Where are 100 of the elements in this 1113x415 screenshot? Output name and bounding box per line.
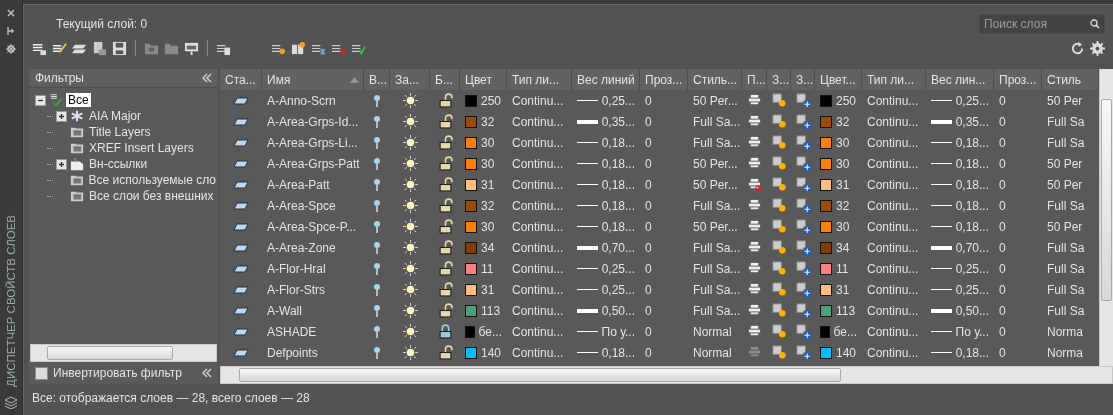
lock-icon[interactable] (437, 93, 453, 108)
close-icon[interactable] (6, 8, 16, 18)
sun-icon[interactable] (402, 324, 418, 339)
tree-item[interactable]: Все используемые сло (86, 173, 218, 187)
sun-icon[interactable] (402, 135, 418, 150)
sun-icon[interactable] (402, 219, 418, 234)
sun-icon[interactable] (402, 345, 418, 360)
lightbulb-icon[interactable] (373, 345, 381, 360)
viewport-sun-icon[interactable] (771, 135, 787, 150)
sun-icon[interactable] (402, 240, 418, 255)
lock-icon[interactable] (437, 240, 453, 255)
tree-item[interactable]: Title Layers (87, 125, 153, 139)
horizontal-scrollbar[interactable] (30, 344, 217, 362)
column-header[interactable]: Б... (430, 69, 460, 90)
expander-icon[interactable] (56, 110, 67, 122)
tree-item[interactable]: AIA Major (87, 109, 144, 123)
column-header[interactable]: В... (364, 69, 390, 90)
lock-icon[interactable] (437, 114, 453, 129)
lock-icon[interactable] (437, 261, 453, 276)
color-swatch[interactable] (465, 136, 477, 149)
lock-icon[interactable] (437, 324, 453, 339)
color-swatch[interactable] (820, 220, 832, 233)
lightbulb-icon[interactable] (373, 303, 381, 318)
column-header[interactable]: Тип ли... (862, 69, 926, 90)
checkbox[interactable] (35, 366, 48, 380)
book-icon[interactable] (291, 40, 306, 56)
viewport-sun-icon[interactable] (771, 156, 787, 171)
lightbulb-icon[interactable] (373, 156, 381, 171)
lightbulb-icon[interactable] (373, 198, 381, 213)
lightbulb-icon[interactable] (373, 282, 381, 297)
color-swatch[interactable] (465, 241, 477, 254)
viewport-sun-icon[interactable] (771, 198, 787, 213)
lock-icon[interactable] (437, 156, 453, 171)
color-swatch[interactable] (465, 157, 477, 170)
printer-icon[interactable] (747, 177, 762, 192)
sun-icon[interactable] (402, 261, 418, 276)
color-swatch[interactable] (820, 199, 832, 212)
color-swatch[interactable] (820, 94, 832, 107)
lock-icon[interactable] (437, 177, 453, 192)
column-header[interactable]: П... (742, 69, 767, 90)
color-swatch[interactable] (820, 241, 832, 254)
tree-item[interactable]: Вн-ссылки (87, 157, 150, 171)
color-swatch[interactable] (820, 325, 830, 338)
viewport-sun-icon[interactable] (771, 282, 787, 297)
column-header[interactable]: Имя (262, 69, 364, 90)
lightbulb-icon[interactable] (373, 177, 381, 192)
tree-item[interactable]: Все слои без внешних (87, 189, 216, 203)
lock-icon[interactable] (437, 303, 453, 318)
color-swatch[interactable] (820, 115, 832, 128)
viewport-sun-icon[interactable] (771, 177, 787, 192)
column-header[interactable]: За... (390, 69, 430, 90)
lightbulb-icon[interactable] (373, 324, 381, 339)
viewport-sun-icon[interactable] (771, 93, 787, 108)
vertical-scrollbar[interactable] (1099, 69, 1113, 366)
column-header[interactable]: Тип ли... (507, 69, 572, 90)
lock-icon[interactable] (437, 198, 453, 213)
lightbulb-icon[interactable] (373, 219, 381, 234)
lightbulb-icon[interactable] (373, 135, 381, 150)
lock-icon[interactable] (437, 282, 453, 297)
color-swatch[interactable] (820, 283, 832, 296)
column-header[interactable]: Вес линий (572, 69, 640, 90)
refresh-icon[interactable] (1070, 40, 1085, 56)
window-icon[interactable] (184, 40, 199, 56)
sun-icon[interactable] (402, 177, 418, 192)
viewport-sun-icon[interactable] (771, 345, 787, 360)
viewport-sun-icon[interactable] (771, 219, 787, 234)
color-swatch[interactable] (820, 136, 832, 149)
expander-icon[interactable] (35, 94, 46, 106)
color-swatch[interactable] (465, 346, 477, 359)
collapse-icon[interactable] (202, 73, 212, 83)
column-header[interactable]: Ста... (220, 69, 262, 90)
sun-icon[interactable] (402, 198, 418, 213)
column-header[interactable]: З... (791, 69, 815, 90)
search-field[interactable]: Поиск слоя (979, 14, 1105, 34)
column-header[interactable]: Цвет (460, 69, 507, 90)
color-swatch[interactable] (465, 178, 477, 191)
color-swatch[interactable] (465, 115, 477, 128)
sun-icon[interactable] (402, 282, 418, 297)
color-swatch[interactable] (465, 304, 477, 317)
sun-icon[interactable] (402, 114, 418, 129)
lightbulb-icon[interactable] (373, 261, 381, 276)
color-swatch[interactable] (465, 262, 477, 275)
lightbulb-icon[interactable] (373, 93, 381, 108)
column-header[interactable]: Проз... (640, 69, 688, 90)
save-icon[interactable] (112, 40, 127, 56)
document-icon[interactable] (92, 40, 107, 56)
settings-icon[interactable] (1090, 40, 1105, 56)
color-swatch[interactable] (820, 262, 832, 275)
color-swatch[interactable] (465, 94, 477, 107)
lightbulb-icon[interactable] (373, 114, 381, 129)
color-swatch[interactable] (465, 199, 477, 212)
column-header[interactable]: Цвет... (815, 69, 862, 90)
color-swatch[interactable] (820, 346, 832, 359)
color-swatch[interactable] (820, 304, 832, 317)
collapse-icon[interactable] (202, 368, 212, 378)
lock-icon[interactable] (437, 219, 453, 234)
sun-icon[interactable] (402, 156, 418, 171)
viewport-sun-icon[interactable] (771, 114, 787, 129)
pin-icon[interactable] (6, 26, 16, 36)
column-header[interactable]: Стиль... (688, 69, 742, 90)
